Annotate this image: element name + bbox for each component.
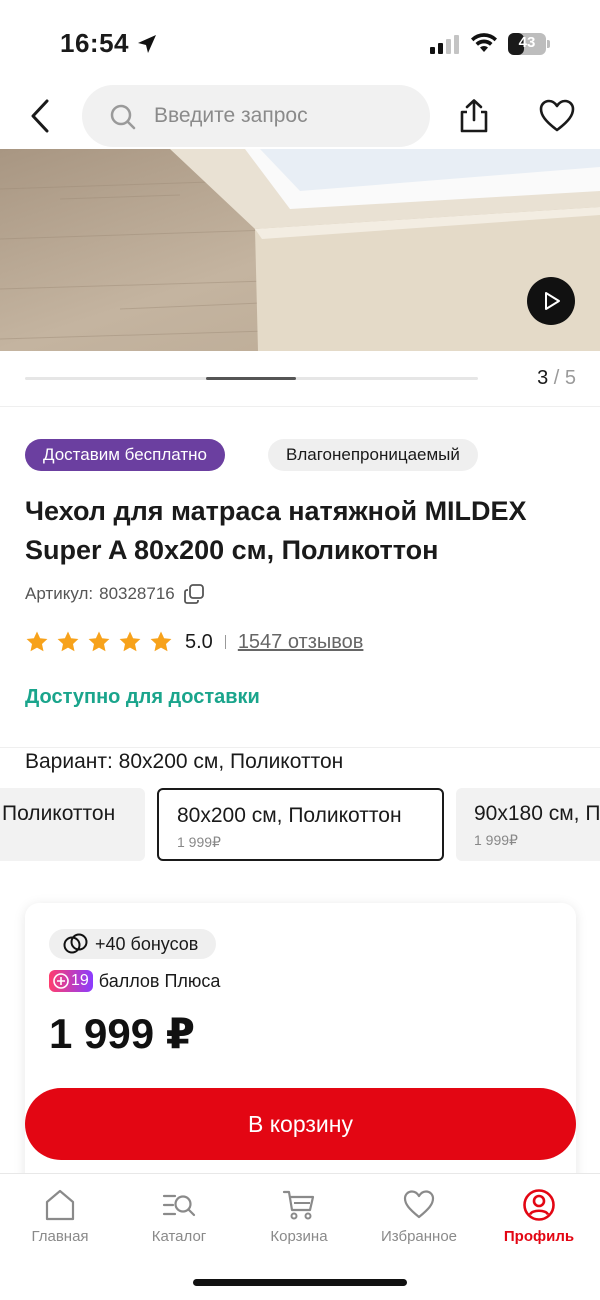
variant-option[interactable]: Поликоттон [0,788,145,861]
nav-favorites[interactable]: Избранное [364,1182,474,1245]
variant-option-name: 90х180 см, Поликоттон [474,802,600,825]
price-card: +40 бонусов 19 баллов Плюса 1 999 ₽ В ко… [25,903,576,1193]
nav-cart-label: Корзина [270,1228,328,1245]
nav-favorites-label: Избранное [380,1228,458,1245]
divider [0,747,600,748]
rating-value: 5.0 [185,630,213,653]
status-time: 16:54 [60,28,129,58]
bonus-text: +40 бонусов [95,933,199,954]
copy-icon[interactable] [183,583,205,605]
rating-stars [25,630,180,654]
variant-label: Вариант: [25,750,113,773]
favorite-heart-icon[interactable] [538,98,576,134]
product-image[interactable] [0,149,600,351]
rating-separator [224,635,226,649]
home-indicator[interactable] [193,1279,407,1286]
variant-option-name: Поликоттон [2,802,116,825]
location-arrow-icon [138,35,156,53]
header [0,84,600,148]
star-icon [26,631,48,652]
profile-icon [523,1189,555,1221]
gallery-progress-track [25,377,478,380]
variant-row: Вариант: 80х200 см, Поликоттон [25,750,343,774]
mattress-cover-photo [0,149,600,351]
product-price: 1 999 ₽ [49,1010,195,1057]
nav-home-label: Главная [31,1228,89,1245]
plus-icon [53,973,69,989]
search-icon [110,104,136,130]
heart-icon [403,1190,435,1219]
battery-icon: 43 [508,33,550,55]
nav-profile-label: Профиль [503,1228,575,1245]
plus-badge: 19 [49,970,93,992]
home-icon [45,1189,75,1221]
rating-row: 5.0 1547 отзывов [25,628,363,656]
divider [0,406,600,407]
bonus-pill: +40 бонусов [49,929,217,959]
gallery-separator: / [553,367,560,389]
wifi-icon [471,33,497,52]
bonus-coins-icon [63,933,88,954]
variant-option-selected[interactable]: 80х200 см, Поликоттон 1 999₽ [157,788,444,861]
nav-profile[interactable]: Профиль [484,1182,594,1245]
variant-option-name: 80х200 см, Поликоттон [177,804,402,827]
reviews-link[interactable]: 1547 отзывов [238,631,364,654]
feature-badge: Влагонепроницаемый [268,439,478,471]
cellular-signal-icon [430,35,459,54]
nav-home[interactable]: Главная [5,1182,115,1245]
variant-option-price: 1 999₽ [474,832,518,848]
catalog-icon [162,1194,196,1217]
plus-label: баллов Плюса [98,970,221,991]
gallery-progress-thumb [206,377,296,380]
play-icon [545,292,560,310]
gallery-total: 5 [564,367,576,389]
star-icon [88,631,110,652]
star-icon [119,631,141,652]
variant-selected-value: 80х200 см, Поликоттон [118,750,344,773]
nav-cart[interactable]: Корзина [244,1182,354,1245]
share-icon[interactable] [456,98,492,134]
chevron-left-icon [31,99,49,133]
plus-points: 19 [71,972,89,989]
search-input[interactable] [154,85,414,147]
availability-status: Доступно для доставки [25,686,260,708]
variant-option[interactable]: 90х180 см, Поликоттон 1 999₽ [456,788,600,861]
star-icon [150,631,172,652]
status-bar: 16:54 43 [0,0,600,88]
sku-row: Артикул: 80328716 [25,582,205,606]
search-box[interactable] [82,85,430,147]
gallery-counter: 3 / 5 [520,367,576,390]
star-icon [57,631,79,652]
sku-label: Артикул: [25,584,94,603]
product-title: Чехол для матраса натяжной MILDEX Super … [25,496,527,565]
free-delivery-badge: Доставим бесплатно [25,439,225,471]
back-button[interactable] [22,94,58,138]
sku-value: 80328716 [99,584,175,603]
battery-percent: 43 [518,34,536,51]
cart-icon [282,1190,315,1220]
add-to-cart-button[interactable]: В корзину [25,1088,576,1160]
nav-catalog[interactable]: Каталог [124,1182,234,1245]
variant-option-price: 1 999₽ [177,834,221,850]
nav-catalog-label: Каталог [151,1228,207,1245]
play-video-button[interactable] [527,277,575,325]
plus-points-row: 19 баллов Плюса [49,969,220,993]
gallery-current: 3 [537,367,549,389]
